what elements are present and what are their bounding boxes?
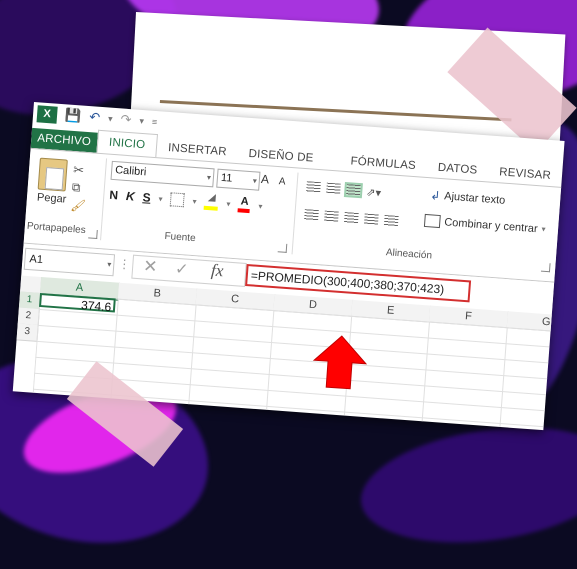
background-shape xyxy=(353,412,577,558)
wrap-text-button[interactable]: ↲ Ajustar texto xyxy=(430,188,506,207)
chevron-down-icon[interactable]: ▾ xyxy=(158,194,163,203)
name-box-value: A1 xyxy=(29,253,44,267)
enter-icon[interactable]: ✓ xyxy=(174,259,190,280)
excel-logo-icon: X xyxy=(36,104,58,124)
fill-color-icon[interactable]: ◢ xyxy=(203,192,220,211)
font-name-value: Calibri xyxy=(114,164,147,179)
name-box[interactable]: A1 ▾ xyxy=(23,247,116,277)
chevron-down-icon: ▾ xyxy=(106,259,112,270)
splitter-handle[interactable]: ⋮ xyxy=(118,257,131,272)
merge-center-label: Combinar y centrar xyxy=(443,215,539,235)
group-divider xyxy=(291,172,299,255)
chevron-down-icon[interactable]: ▾ xyxy=(108,113,113,124)
chevron-down-icon: ▾ xyxy=(541,224,546,234)
vertical-align-row: ⇗▾ xyxy=(306,181,382,200)
font-format-row: N K S ▾ ▾ ◢ ▾ A ▾ xyxy=(109,187,263,214)
chevron-down-icon: ▾ xyxy=(252,176,258,186)
chevron-down-icon[interactable]: ▾ xyxy=(226,199,231,208)
save-icon[interactable]: 💾 xyxy=(65,107,82,124)
increase-font-button[interactable]: A xyxy=(260,172,269,187)
format-painter-icon[interactable]: 🖌 xyxy=(70,198,86,213)
chevron-down-icon[interactable]: ▾ xyxy=(258,201,263,210)
group-divider xyxy=(100,158,108,241)
align-left-icon[interactable] xyxy=(304,209,319,222)
decrease-font-button[interactable]: A xyxy=(278,176,285,187)
group-label-font: Fuente xyxy=(164,230,196,245)
formula-controls: ✕ ✓ fx xyxy=(131,254,247,287)
wrap-text-label: Ajustar texto xyxy=(443,190,506,207)
arrow-up-icon xyxy=(312,335,368,390)
paste-button[interactable]: Pegar xyxy=(37,191,67,205)
merge-center-button[interactable]: Combinar y centrar ▾ xyxy=(423,213,546,236)
dialog-launcher-icon[interactable] xyxy=(277,243,288,253)
customize-toolbar-icon[interactable]: ≡ xyxy=(152,117,158,127)
bold-button[interactable]: N xyxy=(109,188,119,203)
underline-button[interactable]: S xyxy=(142,190,151,205)
chevron-down-icon[interactable]: ▾ xyxy=(192,196,197,205)
paste-icon[interactable] xyxy=(37,157,68,192)
align-top-icon[interactable] xyxy=(306,181,321,194)
copy-icon[interactable]: ⧉ xyxy=(71,180,81,196)
chevron-down-icon[interactable]: ▾ xyxy=(139,115,144,126)
font-size-value: 11 xyxy=(220,171,233,185)
borders-icon[interactable] xyxy=(170,192,186,208)
increase-indent-icon[interactable] xyxy=(383,214,399,227)
dialog-launcher-icon[interactable] xyxy=(88,229,98,239)
row-header-3[interactable]: 3 xyxy=(16,323,39,342)
align-bottom-icon[interactable] xyxy=(343,181,363,199)
merge-cells-icon xyxy=(423,213,441,229)
font-size-select[interactable]: 11 ▾ xyxy=(216,168,261,191)
font-color-button[interactable]: A xyxy=(237,195,252,214)
align-center-icon[interactable] xyxy=(324,210,339,223)
chevron-down-icon: ▾ xyxy=(206,172,212,183)
dialog-launcher-icon[interactable] xyxy=(540,262,551,273)
redo-icon[interactable]: ↷ xyxy=(120,111,132,128)
decrease-indent-icon[interactable] xyxy=(363,213,379,226)
group-label-clipboard: Portapapeles xyxy=(26,220,87,237)
insert-function-button[interactable]: fx xyxy=(210,260,224,281)
wrap-text-icon: ↲ xyxy=(429,188,441,203)
orientation-icon[interactable]: ⇗▾ xyxy=(366,186,382,200)
undo-icon[interactable]: ↶ xyxy=(89,109,101,126)
font-name-select[interactable]: Calibri ▾ xyxy=(110,160,215,188)
horizontal-align-row xyxy=(304,209,399,227)
cancel-icon[interactable]: ✕ xyxy=(143,256,159,277)
align-middle-icon[interactable] xyxy=(326,182,341,195)
cut-icon[interactable]: ✂ xyxy=(73,162,85,179)
group-label-alignment: Alineación xyxy=(385,247,433,262)
italic-button[interactable]: K xyxy=(126,189,136,204)
align-right-icon[interactable] xyxy=(343,212,359,225)
